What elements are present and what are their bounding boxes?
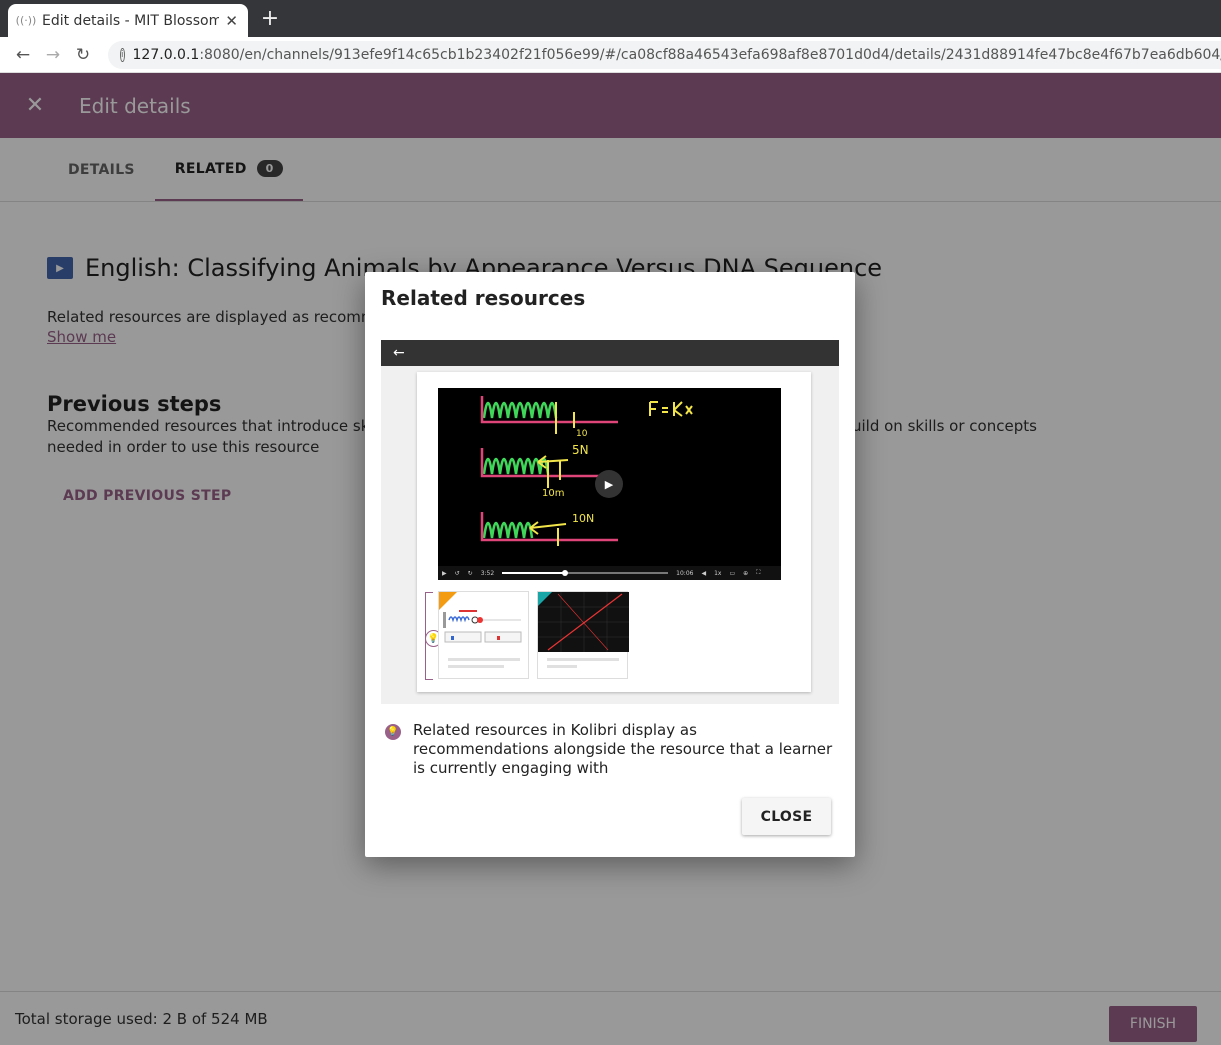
- play-icon: ▶: [595, 470, 623, 498]
- close-tab-icon[interactable]: ✕: [225, 12, 238, 30]
- address-bar[interactable]: i 127.0.0.1:8080/en/channels/913efe9f14c…: [108, 41, 1221, 69]
- info-icon[interactable]: i: [120, 48, 125, 62]
- progress-knob: [562, 570, 569, 576]
- info-note: 💡 Related resources in Kolibri display a…: [385, 721, 835, 778]
- preview-illustration: ← 10 5N 10m 10N ▶ ▶ ↺ ↻ 3:52 10:06 ◀ 1x …: [381, 340, 839, 704]
- preview-back-bar: ←: [381, 340, 839, 366]
- thumbnail-simulation: [438, 591, 529, 679]
- fullscreen-icon: ⛶: [756, 569, 761, 576]
- dialog-title: Related resources: [381, 286, 586, 310]
- lightbulb-icon: 💡: [385, 724, 401, 740]
- video-total-time: 10:06: [676, 569, 694, 577]
- close-button[interactable]: CLOSE: [742, 798, 831, 835]
- video-controls: ▶ ↺ ↻ 3:52 10:06 ◀ 1x ▭ ⊕ ⛶: [438, 566, 781, 580]
- note-text: Related resources in Kolibri display as …: [413, 721, 833, 777]
- svg-text:5N: 5N: [572, 443, 589, 457]
- arrow-left-icon: ←: [393, 345, 405, 361]
- preview-card: 10 5N 10m 10N ▶ ▶ ↺ ↻ 3:52 10:06 ◀ 1x ▭ …: [417, 372, 811, 692]
- url-path: :8080/en/channels/913efe9f14c65cb1b23402…: [199, 47, 1221, 63]
- recommendation-thumbnails: [438, 591, 629, 679]
- related-resources-dialog: Related resources ← 10 5N 10m 10N ▶ ▶ ↺ …: [365, 272, 855, 857]
- progress-fill: [502, 572, 566, 574]
- audio-icon: ((·)): [15, 14, 37, 27]
- thumbnail-line: [547, 665, 577, 668]
- play-small-icon: ▶: [442, 569, 447, 577]
- globe-icon: ⊕: [743, 569, 749, 577]
- browser-navbar: ← → ↻ i 127.0.0.1:8080/en/channels/913ef…: [0, 37, 1221, 73]
- thumbnail-graph: [537, 591, 629, 679]
- video-speed: 1x: [714, 569, 722, 577]
- svg-text:10N: 10N: [572, 512, 594, 525]
- browser-tab-title: Edit details - MIT Blossom: [42, 12, 220, 29]
- thumbnail-line: [448, 665, 504, 668]
- back-icon[interactable]: ←: [8, 45, 38, 65]
- thumbnail-line: [547, 658, 619, 661]
- simulation-thumbnail-image: [439, 592, 522, 643]
- svg-text:10: 10: [576, 429, 588, 439]
- browser-tab[interactable]: ((·)) Edit details - MIT Blossom ✕: [8, 4, 248, 37]
- video-player: 10 5N 10m 10N ▶ ▶ ↺ ↻ 3:52 10:06 ◀ 1x ▭ …: [438, 388, 781, 580]
- browser-tabbar: ((·)) Edit details - MIT Blossom ✕ +: [0, 0, 1221, 37]
- rewind-icon: ↺: [454, 569, 460, 577]
- mute-icon: ◀: [701, 569, 707, 577]
- thumbnail-line: [448, 658, 520, 661]
- video-progress: [502, 570, 669, 576]
- graph-thumbnail-image: [538, 592, 629, 652]
- forward-skip-icon: ↻: [467, 569, 473, 577]
- svg-text:10m: 10m: [542, 488, 564, 499]
- forward-icon[interactable]: →: [38, 45, 68, 65]
- video-current-time: 3:52: [480, 569, 495, 577]
- new-tab-icon[interactable]: +: [258, 6, 282, 31]
- captions-icon: ▭: [729, 569, 736, 577]
- reload-icon[interactable]: ↻: [68, 45, 98, 65]
- url-host: 127.0.0.1: [132, 47, 200, 63]
